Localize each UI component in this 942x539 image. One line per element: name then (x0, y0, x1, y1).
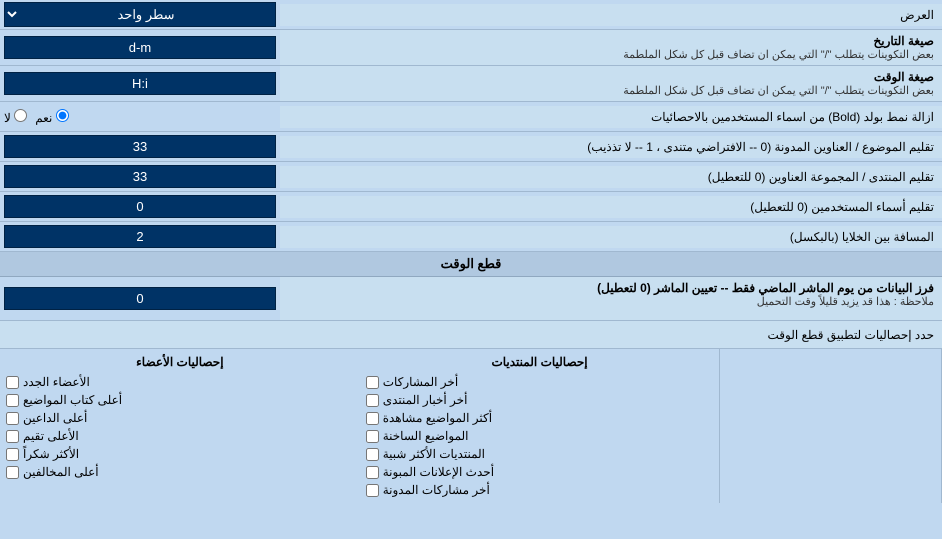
cell-spacing-input[interactable] (4, 225, 276, 248)
checkbox-popular-forums-input[interactable] (366, 448, 379, 461)
date-format-row: صيغة التاريخ بعض التكوينات يتطلب "/" الت… (0, 30, 942, 66)
stats-col-forums: إحصاليات المنتديات أخر المشاركات أخر أخب… (360, 349, 721, 503)
time-format-label: صيغة الوقت بعض التكوينات يتطلب "/" التي … (280, 66, 942, 101)
forum-trim-row: تقليم المنتدى / المجموعة العناوين (0 للت… (0, 162, 942, 192)
display-label: العرض (280, 4, 942, 26)
time-format-sub: بعض التكوينات يتطلب "/" التي يمكن ان تضا… (288, 84, 934, 97)
checkbox-new-members: الأعضاء الجدد (6, 373, 354, 391)
date-format-input-container (0, 34, 280, 61)
checkbox-most-viewed-input[interactable] (366, 412, 379, 425)
checkbox-top-rated-input[interactable] (6, 430, 19, 443)
user-trim-input-container (0, 193, 280, 220)
checkbox-top-rated: الأعلى تقيم (6, 427, 354, 445)
checkbox-last-news-input[interactable] (366, 394, 379, 407)
no-label: لا (4, 109, 27, 125)
time-format-row: صيغة الوقت بعض التكوينات يتطلب "/" التي … (0, 66, 942, 102)
forum-stats-header: إحصاليات المنتديات (366, 353, 714, 373)
checkbox-last-posts: أخر المشاركات (366, 373, 714, 391)
time-format-input-container (0, 70, 280, 97)
bold-radio-row: نعم لا (4, 109, 276, 125)
topic-trim-label: تقليم الموضوع / العناوين المدونة (0 -- ا… (280, 136, 942, 158)
cell-spacing-input-container (0, 223, 280, 250)
forum-trim-label: تقليم المنتدى / المجموعة العناوين (0 للت… (280, 166, 942, 188)
member-stats-header: إحصاليات الأعضاء (6, 353, 354, 373)
time-cut-header: قطع الوقت (0, 252, 942, 277)
cell-spacing-label: المسافة بين الخلايا (بالبكسل) (280, 226, 942, 248)
time-format-main: صيغة الوقت (288, 70, 934, 84)
checkbox-blog-posts: أخر مشاركات المدونة (366, 481, 714, 499)
stats-col-empty (720, 349, 942, 503)
user-trim-input[interactable] (4, 195, 276, 218)
time-cut-label: فرز البيانات من يوم الماشر الماضي فقط --… (280, 277, 942, 320)
main-container: العرض سطر واحد سطران ثلاثة أسطر صيغة الت… (0, 0, 942, 503)
time-cut-note: ملاحظة : هذا قد يزيد قليلاً وقت التحميل (288, 295, 934, 308)
date-format-label: صيغة التاريخ بعض التكوينات يتطلب "/" الت… (280, 30, 942, 65)
checkbox-most-thanks: الأكثر شكراً (6, 445, 354, 463)
checkbox-latest-announcements: أحدث الإعلانات المبونة (366, 463, 714, 481)
checkbox-top-violators-input[interactable] (6, 466, 19, 479)
time-cut-input[interactable] (4, 287, 276, 310)
checkbox-new-members-input[interactable] (6, 376, 19, 389)
bold-label: ازالة نمط بولد (Bold) من اسماء المستخدمي… (280, 106, 942, 128)
bold-radio-container: نعم لا (0, 107, 280, 127)
apply-limit-row: حدد إحصاليات لتطبيق قطع الوقت (0, 321, 942, 349)
checkbox-top-inviters-input[interactable] (6, 412, 19, 425)
checkbox-blog-posts-input[interactable] (366, 484, 379, 497)
checkbox-hot-topics: المواضيع الساخنة (366, 427, 714, 445)
display-input-container: سطر واحد سطران ثلاثة أسطر (0, 0, 280, 29)
checkbox-hot-topics-input[interactable] (366, 430, 379, 443)
cell-spacing-row: المسافة بين الخلايا (بالبكسل) (0, 222, 942, 252)
topic-trim-input[interactable] (4, 135, 276, 158)
checkbox-last-news: أخر أخبار المنتدى (366, 391, 714, 409)
checkbox-most-thanks-input[interactable] (6, 448, 19, 461)
checkbox-popular-forums: المنتديات الأكثر شبية (366, 445, 714, 463)
no-radio[interactable] (14, 109, 27, 122)
user-trim-row: تقليم أسماء المستخدمين (0 للتعطيل) (0, 192, 942, 222)
topic-trim-input-container (0, 133, 280, 160)
stats-col-members: إحصاليات الأعضاء الأعضاء الجدد أعلى كتاب… (0, 349, 360, 503)
checkbox-latest-announcements-input[interactable] (366, 466, 379, 479)
display-select[interactable]: سطر واحد سطران ثلاثة أسطر (4, 2, 276, 27)
date-format-sub: بعض التكوينات يتطلب "/" التي يمكن ان تضا… (288, 48, 934, 61)
yes-radio[interactable] (56, 109, 69, 122)
stats-grid: إحصاليات المنتديات أخر المشاركات أخر أخب… (0, 349, 942, 503)
checkbox-top-posters-input[interactable] (6, 394, 19, 407)
checkbox-top-posters: أعلى كتاب المواضيع (6, 391, 354, 409)
time-cut-main: فرز البيانات من يوم الماشر الماضي فقط --… (288, 281, 934, 295)
checkbox-top-violators: أعلى المخالفين (6, 463, 354, 481)
checkbox-last-posts-input[interactable] (366, 376, 379, 389)
date-format-main: صيغة التاريخ (288, 34, 934, 48)
date-format-input[interactable] (4, 36, 276, 59)
yes-label: نعم (35, 109, 68, 125)
time-format-input[interactable] (4, 72, 276, 95)
apply-limit-label: حدد إحصاليات لتطبيق قطع الوقت (0, 324, 942, 346)
topic-trim-row: تقليم الموضوع / العناوين المدونة (0 -- ا… (0, 132, 942, 162)
display-row: العرض سطر واحد سطران ثلاثة أسطر (0, 0, 942, 30)
time-cut-row: فرز البيانات من يوم الماشر الماضي فقط --… (0, 277, 942, 321)
time-cut-input-container (0, 277, 280, 320)
checkbox-most-viewed: أكثر المواضيع مشاهدة (366, 409, 714, 427)
checkbox-top-inviters: أعلى الداعين (6, 409, 354, 427)
bold-row: ازالة نمط بولد (Bold) من اسماء المستخدمي… (0, 102, 942, 132)
forum-trim-input-container (0, 163, 280, 190)
forum-trim-input[interactable] (4, 165, 276, 188)
user-trim-label: تقليم أسماء المستخدمين (0 للتعطيل) (280, 196, 942, 218)
